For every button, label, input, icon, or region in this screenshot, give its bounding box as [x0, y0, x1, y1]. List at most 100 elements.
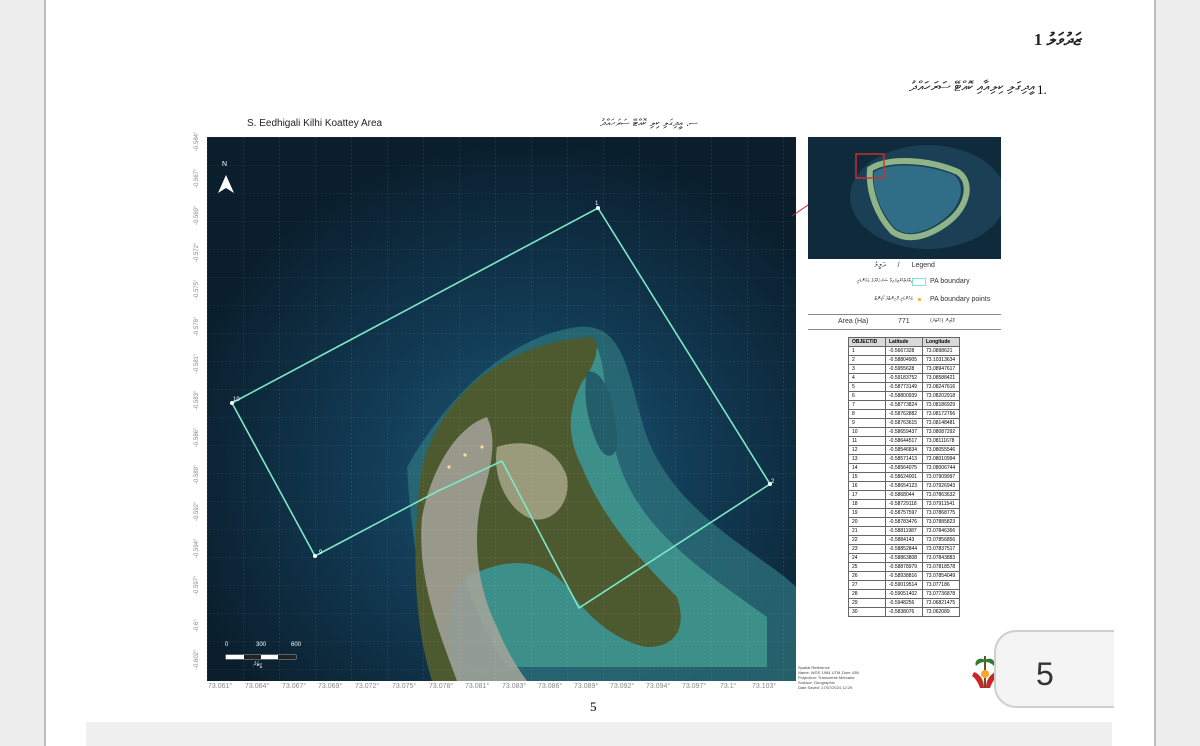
lon-tick: 73.103° — [752, 683, 777, 690]
table-row: 16 -0.58654123 73.07926943 — [848, 481, 960, 491]
cell-longitude: 73.07909997 — [922, 472, 960, 482]
cell-latitude: -0.58773149 — [885, 382, 923, 392]
scale-label: 0 — [225, 642, 229, 648]
table-row: 3 -0.5955628 73.08947617 — [848, 364, 960, 374]
table-row: 11 -0.58644517 73.08111678 — [848, 436, 960, 446]
header-longitude: Longitude — [922, 337, 960, 347]
lon-tick: 73.061° — [208, 683, 233, 690]
boundary-point — [480, 445, 484, 449]
table-row: 13 -0.58571413 73.08010994 — [848, 454, 960, 464]
cell-objectid: 3 — [848, 364, 886, 374]
cell-longitude: 73.08202918 — [922, 391, 960, 401]
table-row: 21 -0.58811987 73.07846366 — [848, 526, 960, 536]
cell-longitude: 73.07818578 — [922, 562, 960, 572]
cell-latitude: -0.58644517 — [885, 436, 923, 446]
map-title-dhivehi: ސ. އީދިގަލި ކިލި ކޮއްޓޭ ސަރަހައްދު — [600, 118, 698, 129]
lat-tick: -0.581° — [194, 353, 200, 373]
lat-tick: -0.569° — [194, 205, 200, 225]
annex-heading: ޒަދުވަލު 1 — [1033, 30, 1082, 49]
info-line: Date Saved: 17/07/2024 12:29 — [798, 685, 853, 690]
scale-bar-segment — [244, 655, 261, 659]
table-row: 28 -0.59051402 73.07736878 — [848, 589, 960, 599]
cell-latitude: -0.5667328 — [885, 346, 923, 356]
legend-label-dhivehi: ހިމާޔަތްކުރެވިފައިވާ ސަރަހައްދުގެ ބައުން… — [856, 278, 913, 284]
cell-latitude: -0.58811987 — [885, 526, 923, 536]
table-row: 7 -0.58773824 73.08186929 — [848, 400, 960, 410]
cell-longitude: 73.07863632 — [922, 490, 960, 500]
legend-title: Legend — [911, 262, 935, 269]
cell-longitude: 73.08172766 — [922, 409, 960, 419]
cell-longitude: 73.10313634 — [922, 355, 960, 365]
cell-objectid: 18 — [848, 499, 886, 509]
boundary-point — [313, 554, 317, 558]
locator-inset-map — [808, 137, 1001, 259]
table-row: 6 -0.58800939 73.08202918 — [848, 391, 960, 401]
cell-latitude: -0.58938816 — [885, 571, 923, 581]
header-latitude: Latitude — [885, 337, 923, 347]
cell-objectid: 22 — [848, 535, 886, 545]
cell-latitude: -0.58804905 — [885, 355, 923, 365]
cell-latitude: -0.5838076 — [885, 607, 923, 617]
cell-latitude: -0.58757597 — [885, 508, 923, 518]
table-row: 8 -0.58762882 73.08172766 — [848, 409, 960, 419]
cell-longitude: 73.07911541 — [922, 499, 960, 509]
lon-tick: 73.069° — [318, 683, 343, 690]
cell-latitude: -0.5948256 — [885, 598, 923, 608]
latitude-axis: -0.584° -0.567° -0.569° -0.572° -0.575° … — [188, 132, 206, 681]
cell-longitude: 73.07843883 — [922, 553, 960, 563]
cell-latitude: -0.59051402 — [885, 589, 923, 599]
lon-tick: 73.1° — [720, 683, 737, 690]
cell-longitude: 73.06821475 — [922, 598, 960, 608]
cell-latitude: -0.58763615 — [885, 418, 923, 428]
cell-latitude: -0.58800939 — [885, 391, 923, 401]
cell-longitude: 73.062089 — [922, 607, 960, 617]
cell-objectid: 17 — [848, 490, 886, 500]
cell-latitude: -0.5868044 — [885, 490, 923, 500]
inset-graphic — [808, 137, 1001, 259]
legend-separator: / — [897, 262, 900, 269]
cell-longitude: 73.07736878 — [922, 589, 960, 599]
cell-objectid: 21 — [848, 526, 886, 536]
item-title: އީދިގަލި ކިލިއާއި ކޮއްޓޭ ސަރަހައްދު — [909, 80, 1035, 95]
table-row: 27 -0.59019514 73.077186 — [848, 580, 960, 590]
lon-tick: 73.083° — [502, 683, 527, 690]
lon-tick: 73.089° — [574, 683, 599, 690]
table-row: 20 -0.58783476 73.07885823 — [848, 517, 960, 527]
cell-objectid: 14 — [848, 463, 886, 473]
lon-tick: 73.072° — [355, 683, 380, 690]
pa-boundary-swatch — [912, 278, 926, 286]
legend-title-dhivehi: ދަލީލު — [874, 261, 886, 269]
table-row: 19 -0.58757597 73.07868775 — [848, 508, 960, 518]
lon-tick: 73.086° — [538, 683, 563, 690]
cell-latitude: -0.59183752 — [885, 373, 923, 383]
boundary-point-label: 9 — [319, 550, 323, 556]
cell-objectid: 1 — [848, 346, 886, 356]
cell-latitude: -0.58878979 — [885, 562, 923, 572]
lat-tick: -0.584° — [194, 131, 200, 151]
page-badge-number: 5 — [1036, 656, 1054, 692]
longitude-axis: 73.061° 73.064° 73.067° 73.069° 73.072° … — [207, 683, 796, 695]
cell-objectid: 30 — [848, 607, 886, 617]
table-row: 14 -0.58564075 73.08006744 — [848, 463, 960, 473]
lon-tick: 73.078° — [429, 683, 454, 690]
cell-objectid: 7 — [848, 400, 886, 410]
lat-tick: -0.602° — [194, 649, 200, 669]
cell-latitude: -0.58564075 — [885, 463, 923, 473]
cell-longitude: 73.08055546 — [922, 445, 960, 455]
table-row: 12 -0.58546834 73.08055546 — [848, 445, 960, 455]
lat-tick: -0.567° — [194, 168, 200, 188]
table-row: 10 -0.58659437 73.08087292 — [848, 427, 960, 437]
item-number: 1. — [1037, 82, 1047, 97]
cell-longitude: 73.077186 — [922, 580, 960, 590]
lon-tick: 73.097° — [682, 683, 707, 690]
table-row: 25 -0.58878979 73.07818578 — [848, 562, 960, 572]
cell-longitude: 73.08010994 — [922, 454, 960, 464]
lon-tick: 73.075° — [392, 683, 417, 690]
map-legend: ދަލީލު / Legend ހިމާޔަތްކުރެވިފައިވާ ސަރ… — [808, 258, 1001, 330]
lat-tick: -0.589° — [194, 464, 200, 484]
lat-tick: -0.575° — [194, 279, 200, 299]
lat-tick: -0.578° — [194, 316, 200, 336]
cell-longitude: 73.07856856 — [922, 535, 960, 545]
graticule-grid — [207, 137, 796, 681]
cell-latitude: -0.58783476 — [885, 517, 923, 527]
